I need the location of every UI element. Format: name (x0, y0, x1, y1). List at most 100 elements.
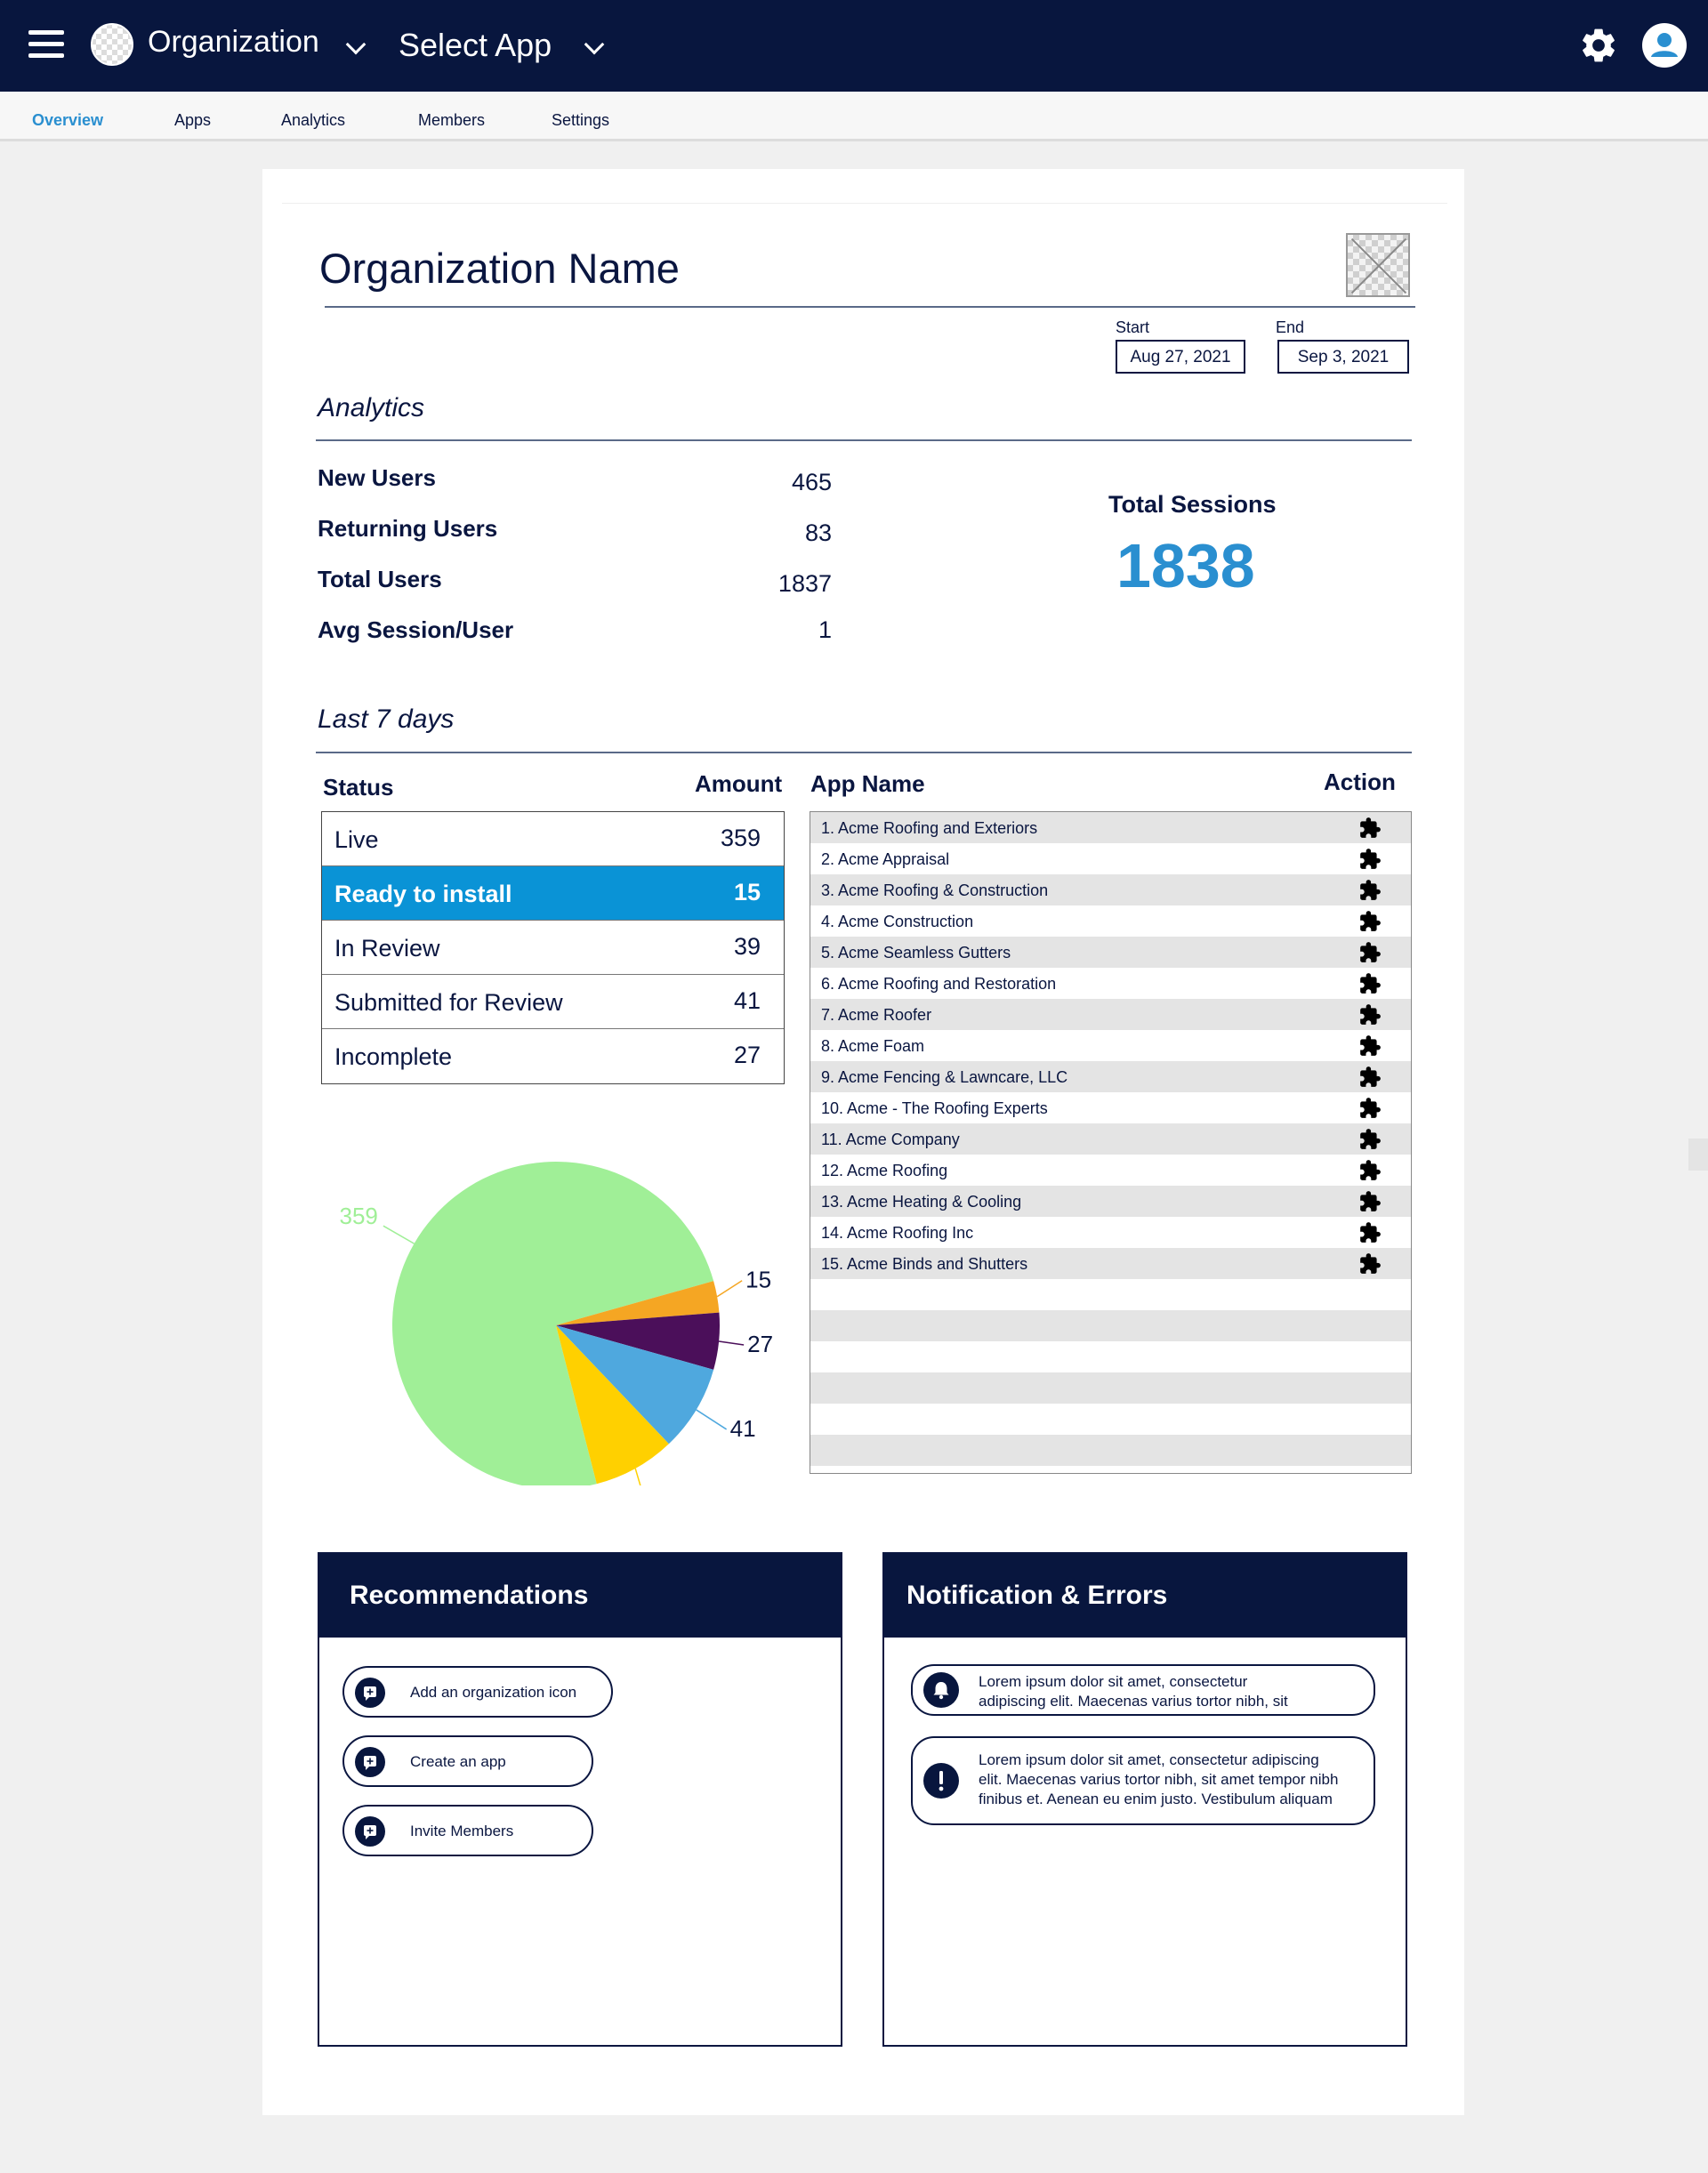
app-name: 8. Acme Foam (821, 1037, 925, 1055)
puzzle-piece-icon[interactable] (1358, 1003, 1382, 1026)
app-row[interactable]: 11. Acme Company (810, 1123, 1411, 1155)
recommendation-label: Add an organization icon (410, 1684, 577, 1701)
status-amount: 359 (720, 825, 761, 851)
puzzle-piece-icon[interactable] (1358, 1159, 1382, 1182)
app-row-empty (810, 1341, 1411, 1372)
chevron-down-icon[interactable] (584, 34, 605, 55)
puzzle-piece-icon[interactable] (1358, 1221, 1382, 1244)
metric-value: 83 (804, 519, 832, 546)
tab-bar: Overview Apps Analytics Members Settings (0, 92, 1708, 141)
puzzle-piece-icon[interactable] (1358, 1128, 1382, 1151)
puzzle-piece-icon[interactable] (1358, 941, 1382, 964)
page-title: Organization Name (319, 245, 680, 292)
status-label: Ready to install (334, 881, 512, 907)
pie-chart-svg: 35915274139 (339, 1162, 773, 1511)
divider (282, 203, 1447, 204)
metric-value: 1 (818, 616, 832, 643)
app-name: 12. Acme Roofing (821, 1162, 948, 1179)
puzzle-piece-icon[interactable] (1358, 879, 1382, 902)
start-date-field[interactable]: Aug 27, 2021 (1116, 340, 1245, 374)
scrollbar-handle[interactable] (1688, 1139, 1708, 1171)
status-row-incomplete[interactable]: Incomplete 27 (322, 1029, 784, 1083)
pie-leader-line (719, 1340, 745, 1346)
tab-members[interactable]: Members (418, 111, 485, 130)
status-label: Live (334, 826, 379, 853)
app-row[interactable]: 15. Acme Binds and Shutters (810, 1248, 1411, 1279)
create-app-button[interactable]: Create an app (342, 1735, 593, 1787)
invite-members-button[interactable]: Invite Members (342, 1805, 593, 1856)
app-row[interactable]: 2. Acme Appraisal (810, 843, 1411, 874)
app-row[interactable]: 3. Acme Roofing & Construction (810, 874, 1411, 905)
app-name: 4. Acme Construction (821, 913, 974, 930)
app-row[interactable]: 7. Acme Roofer (810, 999, 1411, 1030)
app-row[interactable]: 10. Acme - The Roofing Experts (810, 1092, 1411, 1123)
total-sessions-label: Total Sessions (1108, 491, 1277, 518)
error-text-line: Lorem ipsum dolor sit amet, consectetur … (979, 1751, 1319, 1768)
tab-overview[interactable]: Overview (32, 111, 103, 130)
puzzle-piece-icon[interactable] (1358, 972, 1382, 995)
amount-header: Amount (695, 770, 783, 797)
status-label: Submitted for Review (334, 989, 563, 1016)
gear-icon[interactable] (1578, 25, 1619, 66)
app-name: 15. Acme Binds and Shutters (821, 1255, 1028, 1273)
puzzle-piece-icon[interactable] (1358, 1097, 1382, 1120)
app-name: 1. Acme Roofing and Exteriors (821, 819, 1038, 837)
end-date-field[interactable]: Sep 3, 2021 (1277, 340, 1409, 374)
pie-data-label: 27 (747, 1331, 773, 1357)
hamburger-menu-icon[interactable] (28, 30, 64, 60)
org-avatar[interactable] (91, 23, 133, 66)
error-text-line: finibus et. Aenean eu enim justo. Vestib… (979, 1791, 1333, 1807)
notifications-title: Notification & Errors (884, 1554, 1406, 1638)
status-pie-chart: 35915274139 (307, 1130, 787, 1511)
metric-label: Avg Session/User (318, 616, 514, 643)
divider (316, 752, 1412, 753)
org-selector[interactable]: Organization (148, 25, 319, 60)
puzzle-piece-icon[interactable] (1358, 910, 1382, 933)
add-organization-icon-button[interactable]: Add an organization icon (342, 1666, 613, 1718)
app-row[interactable]: 4. Acme Construction (810, 905, 1411, 937)
status-row-in-review[interactable]: In Review 39 (322, 921, 784, 975)
metric-label: New Users (318, 464, 436, 491)
app-name: 13. Acme Heating & Cooling (821, 1193, 1022, 1211)
app-selector[interactable]: Select App (399, 27, 552, 64)
org-logo-placeholder[interactable] (1346, 233, 1410, 297)
pie-data-label: 359 (339, 1203, 377, 1229)
tab-analytics[interactable]: Analytics (281, 111, 345, 130)
metric-value: 465 (791, 469, 832, 495)
puzzle-piece-icon[interactable] (1358, 848, 1382, 871)
recommendation-label: Create an app (410, 1753, 506, 1770)
app-row[interactable]: 9. Acme Fencing & Lawncare, LLC (810, 1061, 1411, 1092)
status-label: In Review (334, 935, 440, 962)
pie-leader-line (696, 1409, 728, 1430)
app-row[interactable]: 13. Acme Heating & Cooling (810, 1186, 1411, 1217)
end-date-label: End (1276, 318, 1305, 336)
app-name: 10. Acme - The Roofing Experts (821, 1099, 1048, 1117)
puzzle-piece-icon[interactable] (1358, 1190, 1382, 1213)
app-row[interactable]: 6. Acme Roofing and Restoration (810, 968, 1411, 999)
total-sessions-value: 1838 (1116, 531, 1255, 600)
notification-item[interactable]: Lorem ipsum dolor sit amet, consectetur … (911, 1664, 1375, 1716)
status-amount: 41 (733, 987, 761, 1014)
puzzle-piece-icon[interactable] (1358, 1252, 1382, 1276)
app-row[interactable]: 14. Acme Roofing Inc (810, 1217, 1411, 1248)
app-name: 2. Acme Appraisal (821, 850, 950, 868)
app-name: 7. Acme Roofer (821, 1006, 932, 1024)
exclamation-icon (923, 1763, 959, 1799)
app-row[interactable]: 5. Acme Seamless Gutters (810, 937, 1411, 968)
app-row-empty (810, 1310, 1411, 1341)
tab-settings[interactable]: Settings (552, 111, 609, 130)
user-avatar-icon[interactable] (1642, 23, 1687, 68)
status-row-submitted-for-review[interactable]: Submitted for Review 41 (322, 975, 784, 1029)
app-row[interactable]: 12. Acme Roofing (810, 1155, 1411, 1186)
status-row-live[interactable]: Live 359 (322, 812, 784, 866)
puzzle-piece-icon[interactable] (1358, 817, 1382, 840)
puzzle-piece-icon[interactable] (1358, 1066, 1382, 1089)
status-row-ready-to-install[interactable]: Ready to install 15 (322, 866, 784, 921)
puzzle-piece-icon[interactable] (1358, 1034, 1382, 1058)
chevron-down-icon[interactable] (345, 34, 367, 55)
app-row[interactable]: 8. Acme Foam (810, 1030, 1411, 1061)
app-row[interactable]: 1. Acme Roofing and Exteriors (810, 812, 1411, 843)
app-name: 9. Acme Fencing & Lawncare, LLC (821, 1068, 1068, 1086)
tab-apps[interactable]: Apps (174, 111, 211, 130)
error-item[interactable]: Lorem ipsum dolor sit amet, consectetur … (911, 1736, 1375, 1825)
